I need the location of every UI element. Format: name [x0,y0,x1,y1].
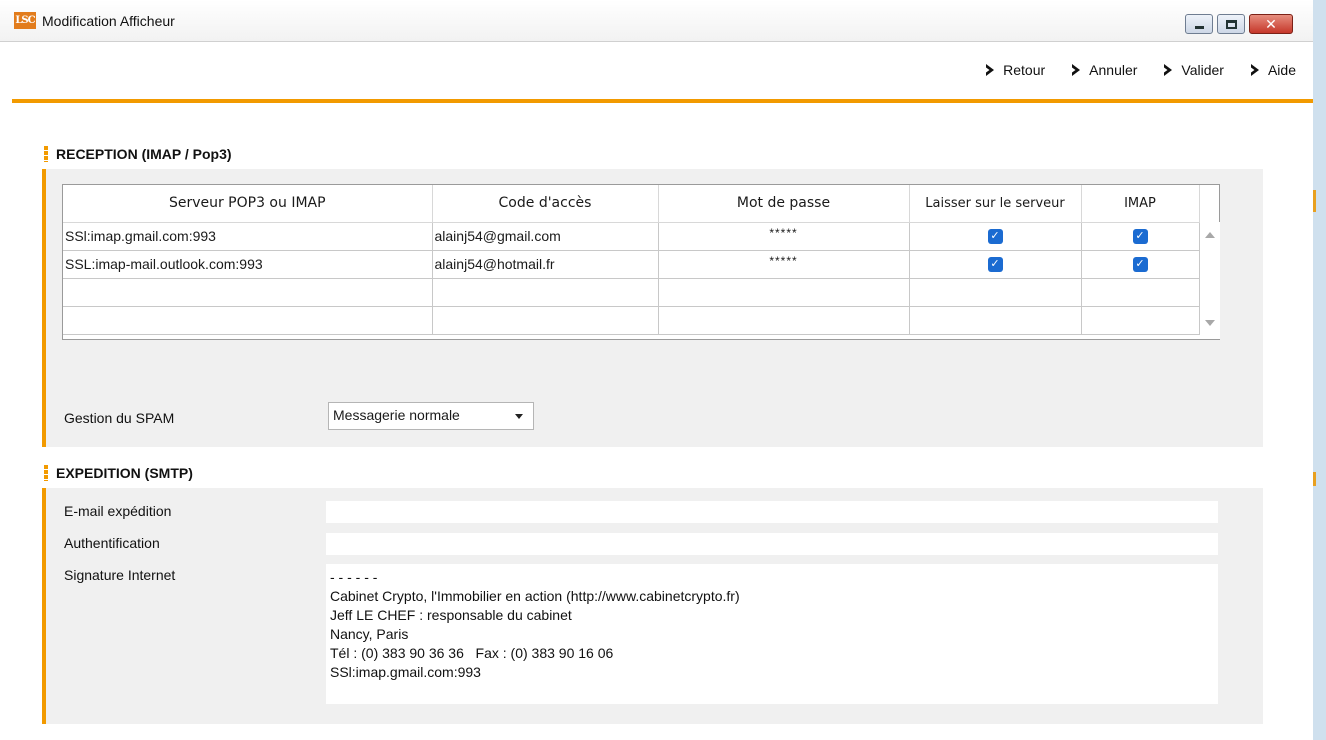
chevron-down-icon [515,414,523,419]
annuler-button[interactable]: Annuler [1069,62,1137,78]
imap-checkbox[interactable]: ✓ [1132,229,1148,245]
maximize-button[interactable] [1217,14,1245,34]
auth-field[interactable] [326,533,1218,555]
toolbar-divider [12,99,1313,103]
maximize-icon [1225,19,1237,29]
retour-button[interactable]: Retour [983,62,1045,78]
login-cell[interactable] [432,278,659,307]
table-scrollbar[interactable] [1200,222,1220,339]
login-cell[interactable] [432,306,659,335]
toolbar: Retour Annuler Valider Aide [959,62,1296,78]
table-row[interactable] [63,306,1200,335]
leave-on-server-checkbox[interactable]: ✓ [987,229,1003,245]
login-cell[interactable]: alainj54@hotmail.fr [432,250,659,279]
edge-accent [1313,190,1316,212]
imap-cell: ✓ [1081,250,1200,279]
leave-on-server-cell[interactable] [909,306,1082,335]
chevron-right-icon [1250,64,1259,76]
valider-label: Valider [1181,62,1224,78]
accounts-table: Serveur POP3 ou IMAP Code d'accès Mot de… [62,184,1220,340]
password-cell[interactable] [658,278,910,307]
login-cell[interactable]: alainj54@gmail.com [432,222,659,251]
imap-checkbox[interactable]: ✓ [1132,257,1148,273]
signature-line: Nancy, Paris [330,626,409,642]
server-cell[interactable]: SSL:imap-mail.outlook.com:993 [63,250,433,279]
expedition-title: EXPEDITION (SMTP) [56,465,193,481]
spam-label: Gestion du SPAM [64,410,175,426]
table-row[interactable]: SSl:imap.gmail.com:993 alainj54@gmail.co… [63,222,1200,251]
column-header-leave-on-server[interactable]: Laisser sur le serveur [909,185,1082,223]
close-icon: ✕ [1265,16,1277,32]
section-marker-icon [44,465,48,481]
spam-select[interactable]: Messagerie normale [328,402,534,430]
table-row[interactable]: SSL:imap-mail.outlook.com:993 alainj54@h… [63,250,1200,279]
column-header-imap[interactable]: IMAP [1081,185,1200,223]
chevron-right-icon [1072,64,1081,76]
auth-label: Authentification [64,535,160,551]
table-row[interactable] [63,278,1200,307]
server-cell[interactable] [63,306,433,335]
column-header-server[interactable]: Serveur POP3 ou IMAP [63,185,433,223]
spam-select-value: Messagerie normale [333,407,460,423]
scroll-up-icon[interactable] [1205,232,1215,238]
app-logo: LSC [14,12,36,29]
valider-button[interactable]: Valider [1161,62,1224,78]
server-cell[interactable]: SSl:imap.gmail.com:993 [63,222,433,251]
imap-cell[interactable] [1081,278,1200,307]
leave-on-server-cell: ✓ [909,250,1082,279]
leave-on-server-cell[interactable] [909,278,1082,307]
title-bar: LSC Modification Afficheur ✕ [0,0,1313,42]
password-cell[interactable] [658,306,910,335]
chevron-right-icon [1164,64,1173,76]
signature-line: Cabinet Crypto, l'Immobilier en action (… [330,588,740,604]
window-edge [1313,0,1326,740]
signature-line: SSl:imap.gmail.com:993 [330,664,481,680]
annuler-label: Annuler [1089,62,1138,78]
aide-button[interactable]: Aide [1248,62,1296,78]
retour-label: Retour [1003,62,1046,78]
reception-header: RECEPTION (IMAP / Pop3) [44,146,232,162]
chevron-right-icon [986,64,995,76]
email-label: E-mail expédition [64,503,172,519]
email-field[interactable] [326,501,1218,523]
imap-cell: ✓ [1081,222,1200,251]
aide-label: Aide [1267,62,1296,78]
imap-cell[interactable] [1081,306,1200,335]
leave-on-server-cell: ✓ [909,222,1082,251]
signature-line: - - - - - - [330,569,378,585]
leave-on-server-checkbox[interactable]: ✓ [987,257,1003,273]
scroll-down-icon[interactable] [1205,320,1215,326]
signature-line: Jeff LE CHEF : responsable du cabinet [330,607,572,623]
column-header-login[interactable]: Code d'accès [432,185,659,223]
section-marker-icon [44,146,48,162]
password-cell[interactable]: ***** [658,250,910,279]
password-cell[interactable]: ***** [658,222,910,251]
signature-label: Signature Internet [64,567,176,583]
minimize-button[interactable] [1185,14,1213,34]
server-cell[interactable] [63,278,433,307]
window-title: Modification Afficheur [42,13,175,29]
reception-title: RECEPTION (IMAP / Pop3) [56,146,232,162]
close-button[interactable]: ✕ [1249,14,1293,34]
edge-accent [1313,472,1316,486]
expedition-header: EXPEDITION (SMTP) [44,465,193,481]
minimize-icon [1194,25,1204,29]
signature-line: Tél : (0) 383 90 36 36 Fax : (0) 383 90 … [330,645,614,661]
signature-textarea[interactable]: - - - - - - Cabinet Crypto, l'Immobilier… [326,564,1218,704]
column-header-password[interactable]: Mot de passe [658,185,910,223]
